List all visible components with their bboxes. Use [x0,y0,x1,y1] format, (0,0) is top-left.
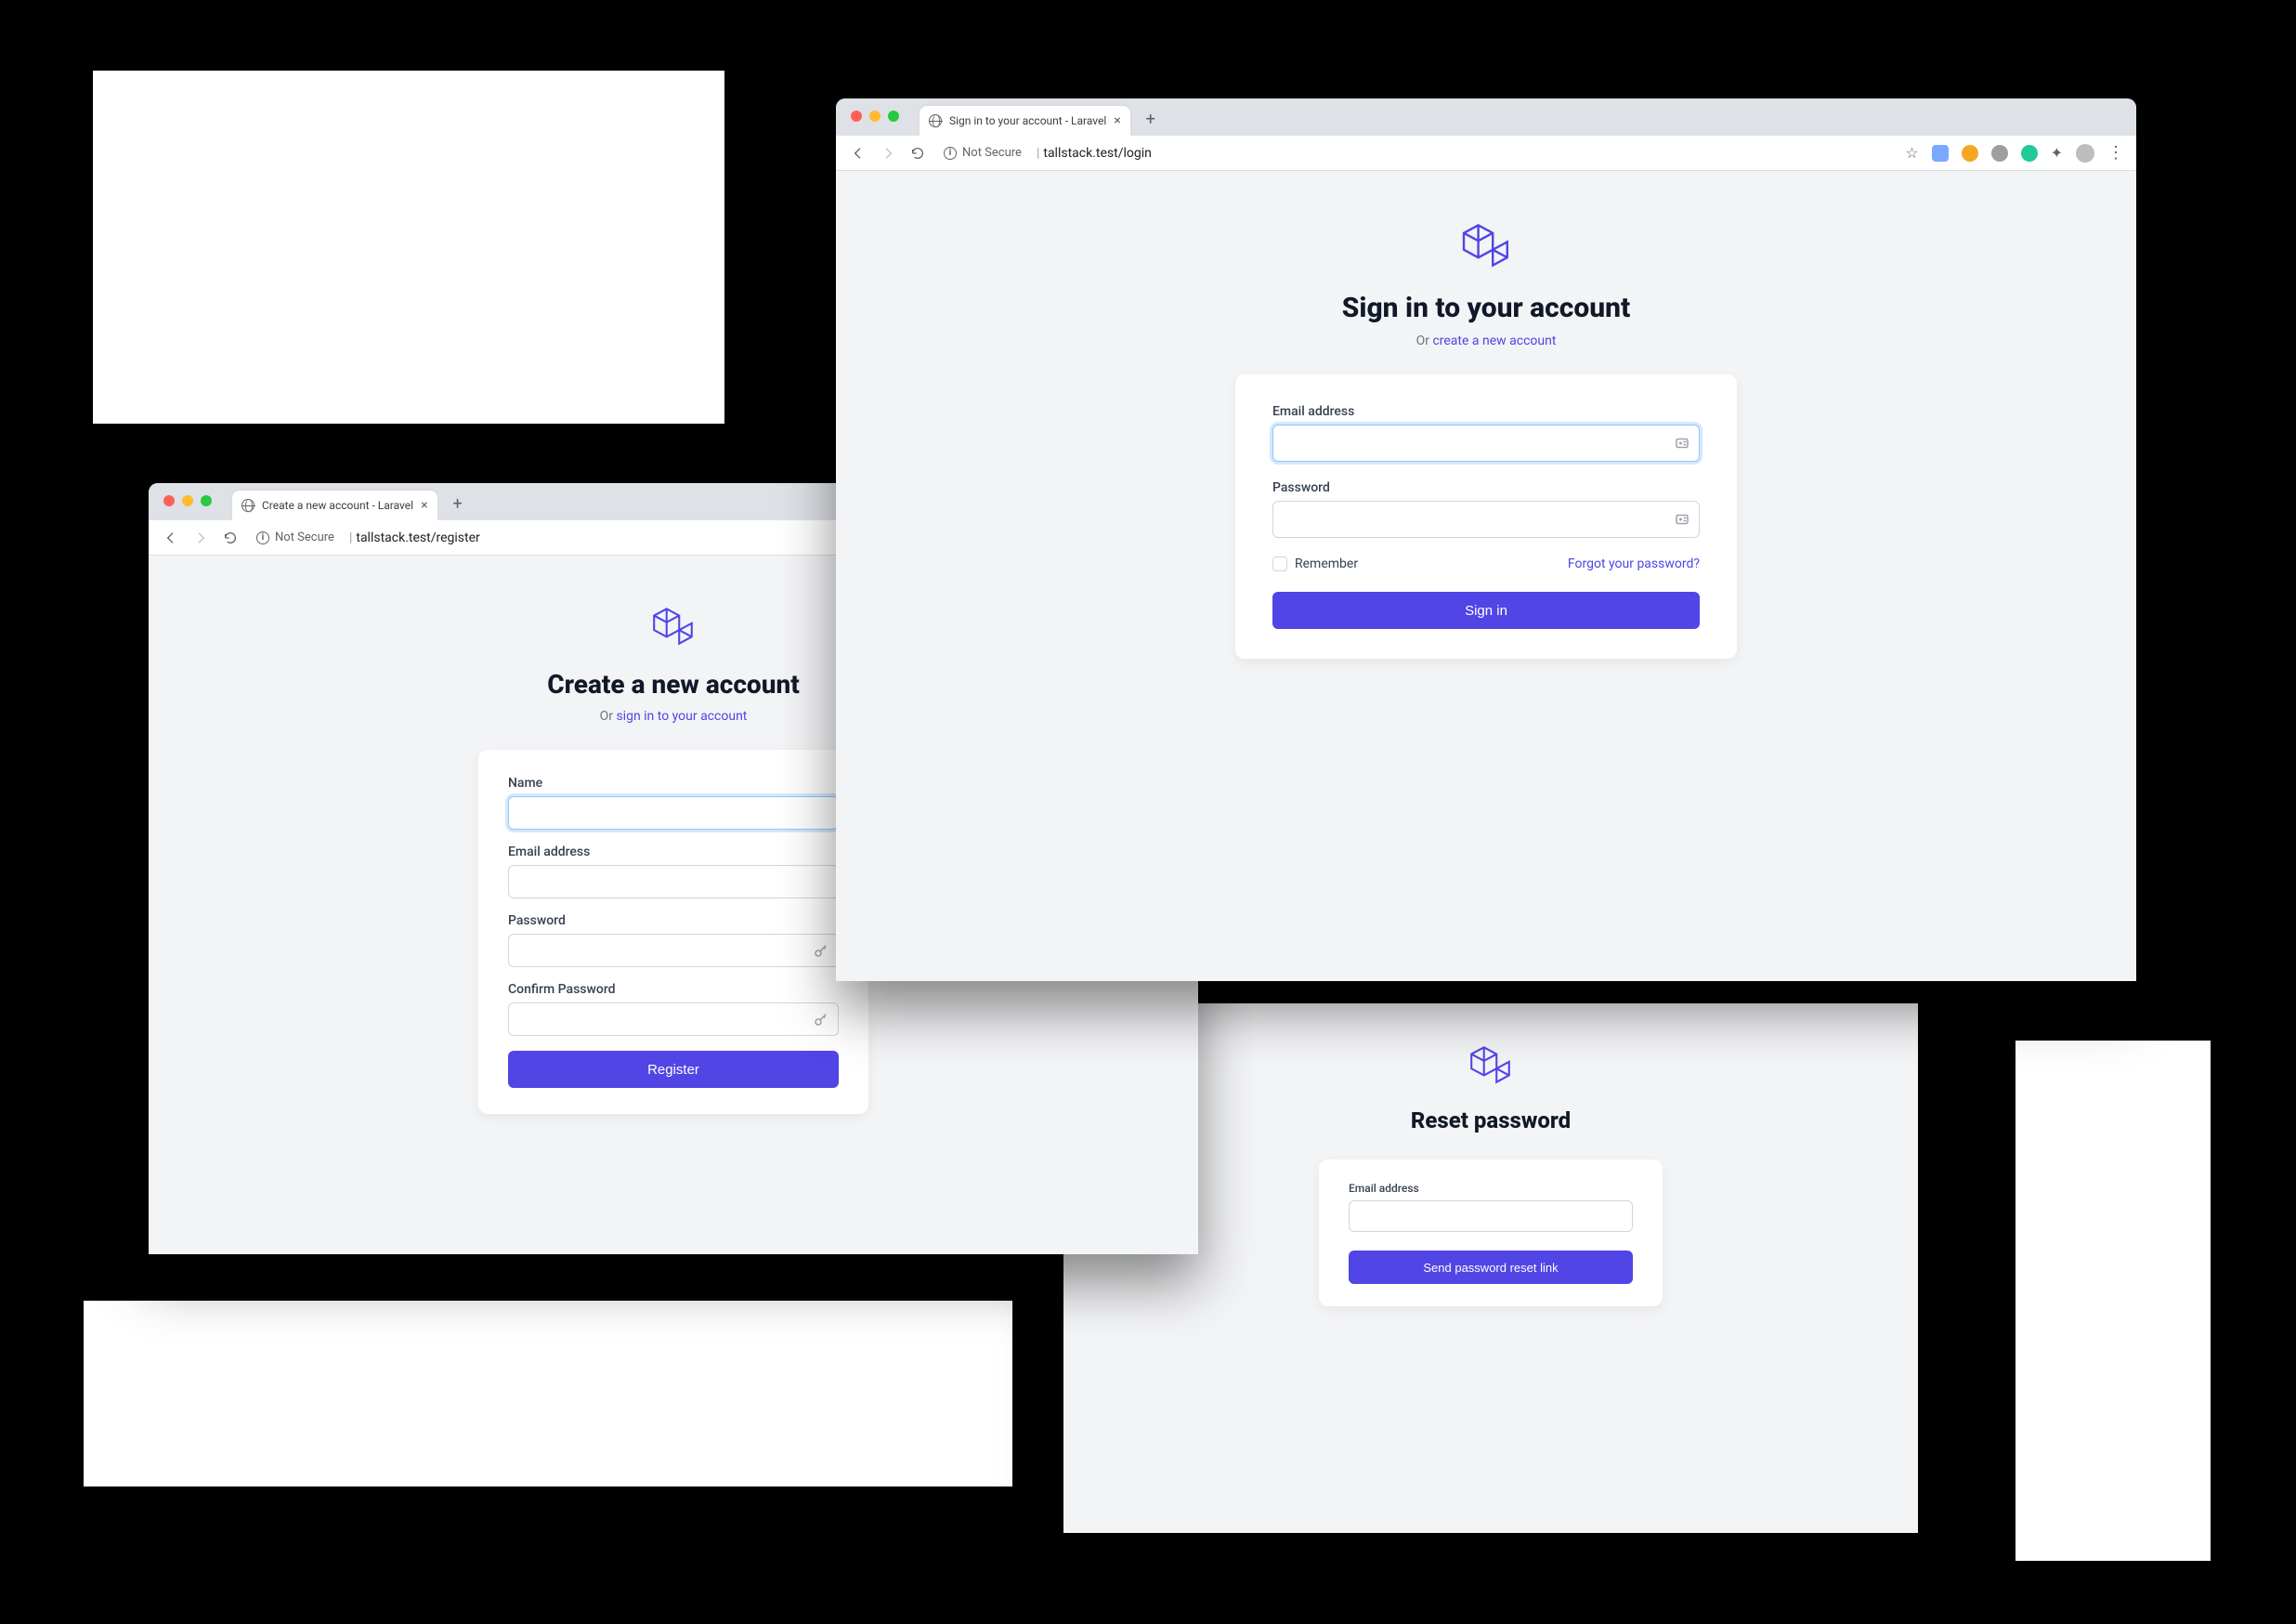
security-label: Not Secure [275,530,334,544]
minimize-window-button[interactable] [182,495,193,506]
email-label: Email address [508,845,839,859]
email-field-group: Email address [1349,1182,1633,1232]
new-tab-button[interactable]: + [1138,106,1164,132]
browser-tab[interactable]: Sign in to your account - Laravel × [920,106,1130,136]
reset-card: Email address Send password reset link [1319,1159,1663,1306]
forgot-password-link[interactable]: Forgot your password? [1568,557,1700,571]
confirm-password-label: Confirm Password [508,982,839,997]
key-icon [813,942,829,959]
forward-button[interactable] [877,142,899,164]
traffic-lights [851,111,899,122]
name-field-group: Name [508,776,839,830]
bookmark-star-icon[interactable]: ☆ [1905,144,1918,162]
reload-button[interactable] [219,527,241,549]
traffic-lights [163,495,212,506]
key-icon [813,1011,829,1028]
toolbar-right: ☆ ✦ ⋮ [1905,143,2125,163]
url-display[interactable]: |tallstack.test/register [346,530,480,545]
email-label: Email address [1349,1182,1633,1195]
submit-button[interactable]: Send password reset link [1349,1251,1633,1284]
email-label: Email address [1272,404,1700,419]
extension-icon[interactable] [1991,145,2008,162]
minimize-window-button[interactable] [869,111,881,122]
maximize-window-button[interactable] [888,111,899,122]
register-subline: Or sign in to your account [600,709,748,724]
register-button[interactable]: Register [508,1051,839,1088]
tab-bar: Sign in to your account - Laravel × + [836,98,2136,136]
extension-icon[interactable] [1962,145,1978,162]
email-field-group: Email address [508,845,839,898]
password-label: Password [508,913,839,928]
maximize-window-button[interactable] [201,495,212,506]
contact-icon [1674,435,1690,452]
profile-avatar[interactable] [2076,144,2094,163]
url-display[interactable]: |tallstack.test/login [1033,146,1152,161]
name-label: Name [508,776,839,791]
globe-icon [241,499,254,512]
login-heading: Sign in to your account [1342,292,1631,324]
security-indicator[interactable]: i Not Secure [944,146,1022,160]
close-window-button[interactable] [851,111,862,122]
create-account-link[interactable]: create a new account [1432,334,1556,348]
signin-button[interactable]: Sign in [1272,592,1700,629]
browser-tab[interactable]: Create a new account - Laravel × [232,491,437,520]
decorative-rect [84,1301,1012,1486]
tab-title: Create a new account - Laravel [262,499,413,512]
close-tab-icon[interactable]: × [1114,113,1120,128]
checkbox-box [1272,557,1287,571]
confirm-password-input[interactable] [508,1002,839,1036]
extension-icon[interactable] [1932,145,1949,162]
info-icon: i [256,531,269,544]
login-content: Sign in to your account Or create a new … [836,171,2136,981]
tab-title: Sign in to your account - Laravel [949,114,1106,127]
laravel-logo-icon [649,602,698,650]
close-tab-icon[interactable]: × [421,498,427,513]
login-window: Sign in to your account - Laravel × + i … [836,98,2136,981]
decorative-rect [2016,1041,2211,1561]
password-field-group: Password [1272,480,1700,538]
puzzle-icon[interactable]: ✦ [2051,144,2063,162]
signin-link[interactable]: sign in to your account [616,709,747,724]
globe-icon [929,114,942,127]
decorative-rect [93,71,724,424]
email-input[interactable] [508,865,839,898]
security-indicator[interactable]: i Not Secure [256,530,334,544]
back-button[interactable] [160,527,182,549]
email-field-group: Email address [1272,404,1700,462]
login-card: Email address Password Remember Forgo [1235,374,1737,659]
password-input[interactable] [508,934,839,967]
extension-icon[interactable] [2021,145,2038,162]
laravel-logo-icon [1467,1041,1515,1089]
contact-icon [1674,511,1690,528]
back-button[interactable] [847,142,869,164]
laravel-logo-icon [1458,217,1514,273]
email-input[interactable] [1349,1200,1633,1232]
kebab-menu-icon[interactable]: ⋮ [2107,143,2125,163]
remember-label: Remember [1295,557,1358,571]
password-input[interactable] [1272,501,1700,538]
register-heading: Create a new account [547,669,800,700]
register-card: Name Email address Password Confirm Pass… [478,750,868,1114]
confirm-password-field-group: Confirm Password [508,982,839,1036]
address-bar: i Not Secure |tallstack.test/login ☆ ✦ ⋮ [836,136,2136,171]
name-input[interactable] [508,796,839,830]
remember-forgot-row: Remember Forgot your password? [1272,557,1700,571]
forward-button[interactable] [189,527,212,549]
info-icon: i [944,147,957,160]
remember-checkbox[interactable]: Remember [1272,557,1358,571]
close-window-button[interactable] [163,495,175,506]
reset-heading: Reset password [1411,1107,1571,1133]
email-input[interactable] [1272,425,1700,462]
new-tab-button[interactable]: + [445,491,471,517]
password-label: Password [1272,480,1700,495]
login-subline: Or create a new account [1416,334,1557,348]
reload-button[interactable] [907,142,929,164]
password-field-group: Password [508,913,839,967]
security-label: Not Secure [962,146,1022,160]
